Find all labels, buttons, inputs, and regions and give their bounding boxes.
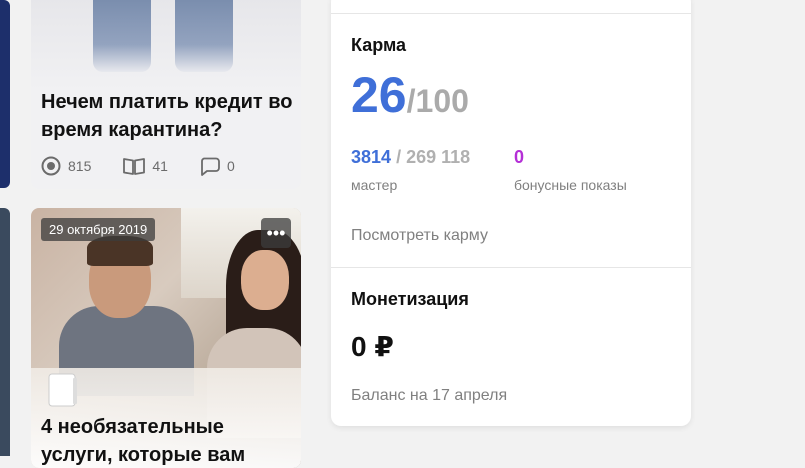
more-options-button[interactable]: ••• — [261, 218, 291, 248]
view-karma-link[interactable]: Посмотреть карму — [351, 227, 488, 245]
rank-position: 3814 — [351, 147, 392, 167]
rank-total: / 269 118 — [396, 147, 471, 167]
article-type-icon — [48, 373, 77, 407]
article-cover-image — [31, 0, 301, 90]
rank-metric: 3814 / 269 118 — [351, 147, 470, 168]
article-card[interactable]: 29 октября 2019 ••• 4 необязательные усл… — [31, 208, 301, 468]
monetization-amount: 0 ₽ — [351, 331, 394, 362]
neighbor-card-edge — [0, 0, 10, 188]
bonus-impressions-label: бонусные показы — [514, 177, 627, 193]
reads-stat: 41 — [123, 157, 168, 175]
divider — [331, 267, 691, 268]
publish-date-badge: 29 октября 2019 — [41, 218, 156, 241]
karma-max: /100 — [406, 83, 469, 119]
comments-count: 0 — [226, 158, 235, 174]
article-card[interactable]: Нечем платить кредит во время карантина?… — [31, 0, 301, 189]
neighbor-card-edge — [0, 208, 10, 456]
views-stat: 815 — [41, 156, 91, 176]
balance-date-label: Баланс на 17 апреля — [351, 387, 508, 404]
bonus-impressions-value: 0 — [514, 147, 525, 167]
book-icon — [123, 158, 146, 175]
karma-value: 26 — [351, 67, 407, 123]
article-title[interactable]: 4 необязательные услуги, которые вам — [41, 413, 296, 468]
article-stats: 815 41 0 — [41, 156, 267, 176]
comment-icon — [201, 157, 220, 176]
monetization-title: Монетизация — [351, 289, 469, 309]
reads-count: 41 — [152, 158, 168, 174]
karma-title: Карма — [351, 35, 407, 55]
divider — [331, 13, 691, 14]
views-count: 815 — [68, 158, 92, 174]
karma-score: 26/100 — [351, 66, 469, 124]
comments-stat: 0 — [200, 157, 235, 176]
article-title[interactable]: Нечем платить кредит во время карантина? — [41, 88, 296, 144]
rank-label: мастер — [351, 177, 398, 193]
eye-icon — [41, 156, 61, 176]
author-stats-panel: Карма 26/100 3814 / 269 118 мастер 0 бон… — [331, 0, 691, 426]
